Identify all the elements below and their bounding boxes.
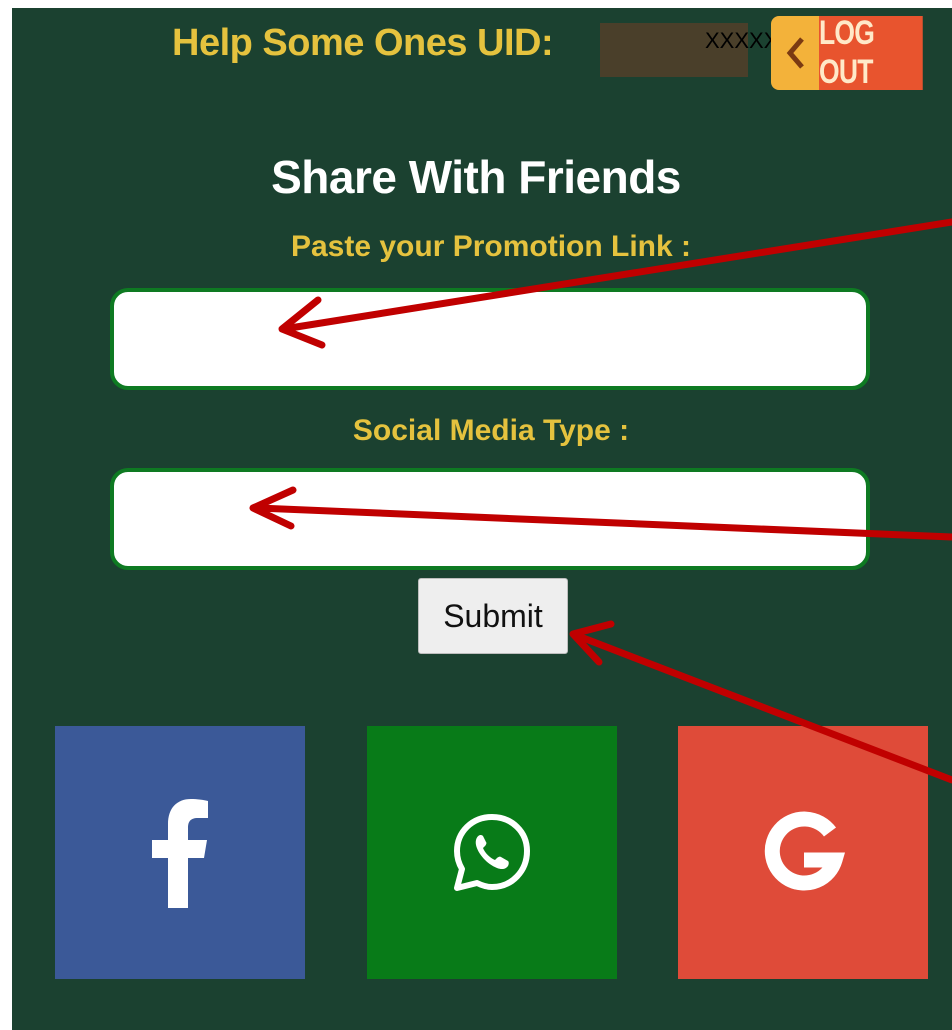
whatsapp-share-button[interactable] <box>367 726 617 979</box>
promotion-link-label: Paste your Promotion Link : <box>290 230 692 263</box>
logout-button[interactable]: LOG OUT <box>771 16 952 90</box>
google-icon <box>764 811 846 891</box>
whatsapp-icon <box>454 813 530 891</box>
uid-label: Help Some Ones UID: <box>172 22 554 64</box>
page-title: Share With Friends <box>271 151 681 203</box>
social-media-type-label: Social Media Type : <box>352 414 630 447</box>
facebook-icon <box>152 798 208 908</box>
google-share-button[interactable] <box>678 726 928 979</box>
promotion-link-input[interactable] <box>110 288 870 390</box>
facebook-share-button[interactable] <box>55 726 305 979</box>
social-media-type-input[interactable] <box>110 468 870 570</box>
logout-arrow-icon <box>771 16 819 90</box>
logout-label: LOG OUT <box>819 16 923 90</box>
submit-button[interactable]: Submit <box>418 578 568 654</box>
